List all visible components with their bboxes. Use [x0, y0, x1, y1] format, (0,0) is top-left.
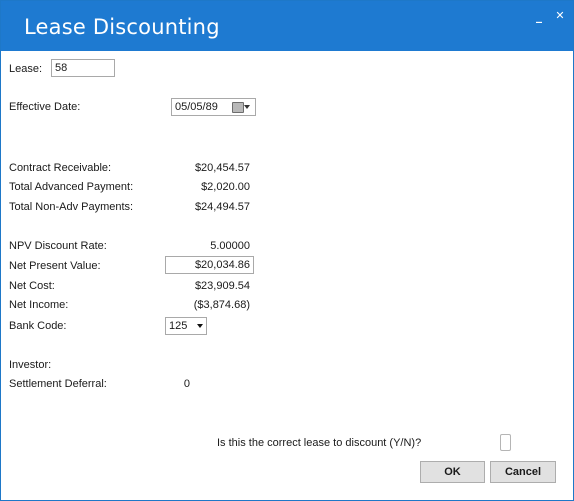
yn-answer-input[interactable]: [500, 434, 511, 451]
lease-label: Lease:: [9, 63, 43, 75]
bank-code-select[interactable]: 125: [165, 317, 207, 335]
investor-label: Investor:: [9, 359, 52, 371]
title-bar[interactable]: Lease Discounting _ ✕: [1, 1, 573, 51]
lease-input[interactable]: 58: [51, 59, 115, 77]
settlement-deferral-value: 0: [183, 378, 190, 390]
chevron-down-icon[interactable]: [244, 105, 250, 109]
net-present-value-input[interactable]: $20,034.86: [165, 256, 254, 274]
npv-discount-rate-value: 5.00000: [210, 240, 250, 252]
bank-code-label: Bank Code:: [9, 320, 67, 332]
chevron-down-icon: [197, 324, 203, 328]
total-non-adv-payments-label: Total Non-Adv Payments:: [9, 201, 134, 213]
effective-date-value: 05/05/89: [175, 101, 218, 113]
total-advanced-payment-label: Total Advanced Payment:: [9, 181, 134, 193]
total-non-adv-payments-value: $24,494.57: [194, 201, 250, 213]
net-income-value: ($3,874.68): [193, 299, 250, 311]
minimize-button[interactable]: _: [530, 7, 548, 25]
ok-button[interactable]: OK: [420, 461, 485, 483]
contract-receivable-label: Contract Receivable:: [9, 162, 112, 174]
total-advanced-payment-value: $2,020.00: [201, 181, 250, 193]
bank-code-value: 125: [169, 320, 188, 332]
window-title: Lease Discounting: [24, 15, 220, 39]
contract-receivable-value: $20,454.57: [194, 162, 250, 174]
net-present-value-label: Net Present Value:: [9, 260, 101, 272]
close-button[interactable]: ✕: [551, 7, 569, 25]
settlement-deferral-label: Settlement Deferral:: [9, 378, 107, 390]
effective-date-label: Effective Date:: [9, 101, 81, 113]
net-cost-value: $23,909.54: [194, 280, 250, 292]
lease-discounting-dialog: Lease Discounting _ ✕ Lease: 58 Effectiv…: [0, 0, 574, 501]
net-income-label: Net Income:: [9, 299, 69, 311]
effective-date-picker[interactable]: 05/05/89: [171, 98, 256, 116]
confirm-question: Is this the correct lease to discount (Y…: [217, 437, 422, 449]
cancel-button[interactable]: Cancel: [490, 461, 556, 483]
calendar-icon[interactable]: [232, 102, 244, 113]
net-cost-label: Net Cost:: [9, 280, 55, 292]
npv-discount-rate-label: NPV Discount Rate:: [9, 240, 107, 252]
